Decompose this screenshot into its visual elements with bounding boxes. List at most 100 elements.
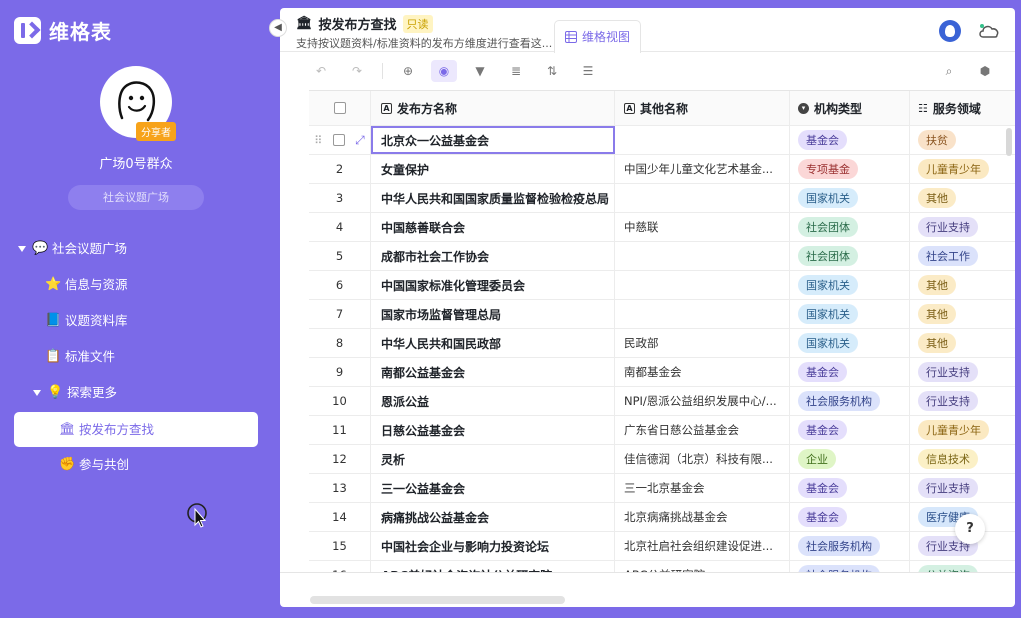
- page-description[interactable]: 支持按议题资料/标准资料的发布方维度进行查看这...: [296, 35, 552, 51]
- service-field-cell[interactable]: 儿童青少年: [910, 155, 1015, 183]
- other-name-cell[interactable]: 南都基金会: [615, 358, 790, 386]
- table-row[interactable]: ⠿ ⤢ 北京众一公益基金会 基金会 扶贫: [309, 126, 1015, 155]
- tab-grid-view[interactable]: 维格视图: [554, 20, 642, 53]
- service-field-cell[interactable]: 扶贫: [910, 126, 1015, 154]
- other-name-cell[interactable]: 佳信德润（北京）科技有限...: [615, 445, 790, 473]
- org-type-cell[interactable]: 社会服务机构: [790, 387, 910, 415]
- add-record-icon[interactable]: ⊕: [395, 60, 421, 82]
- publisher-name-cell[interactable]: ABC美好社会咨询社公益研究院: [371, 561, 615, 572]
- row-index-cell[interactable]: 16: [309, 561, 371, 572]
- nav-item-by-publisher[interactable]: 🏛 按发布方查找: [14, 412, 258, 447]
- help-button[interactable]: ?: [955, 514, 985, 544]
- publisher-name-cell[interactable]: 病痛挑战公益基金会: [371, 503, 615, 531]
- other-name-cell[interactable]: 三一北京基金会: [615, 474, 790, 502]
- org-type-cell[interactable]: 社会服务机构: [790, 532, 910, 560]
- service-field-cell[interactable]: 行业支持: [910, 358, 1015, 386]
- user-avatar[interactable]: [939, 20, 961, 42]
- nav-item-standards[interactable]: 📋 标准文件: [45, 342, 115, 372]
- table-row[interactable]: 8 中华人民共和国民政部 民政部 国家机关 其他: [309, 329, 1015, 358]
- caret-down-icon[interactable]: [18, 246, 26, 252]
- row-index-cell[interactable]: 8: [309, 329, 371, 357]
- org-type-cell[interactable]: 国家机关: [790, 184, 910, 212]
- row-checkbox[interactable]: [332, 134, 345, 146]
- service-field-cell[interactable]: 公益咨询: [910, 561, 1015, 572]
- row-index-cell[interactable]: 15: [309, 532, 371, 560]
- horizontal-scrollbar[interactable]: [310, 596, 565, 604]
- publisher-name-cell[interactable]: 成都市社会工作协会: [371, 242, 615, 270]
- other-name-cell[interactable]: 中国少年儿童文化艺术基金...: [615, 155, 790, 183]
- other-name-cell[interactable]: [615, 242, 790, 270]
- service-field-cell[interactable]: 社会工作: [910, 242, 1015, 270]
- org-type-cell[interactable]: 企业: [790, 445, 910, 473]
- service-field-cell[interactable]: 其他: [910, 329, 1015, 357]
- collapse-sidebar-button[interactable]: ◀: [269, 19, 287, 37]
- service-field-cell[interactable]: 其他: [910, 300, 1015, 328]
- cube-icon[interactable]: ⬢: [972, 60, 998, 82]
- logo[interactable]: 维格表: [14, 16, 112, 45]
- table-row[interactable]: 7 国家市场监督管理总局 国家机关 其他: [309, 300, 1015, 329]
- column-header-type[interactable]: ▾ 机构类型: [790, 91, 910, 125]
- table-row[interactable]: 9 南都公益基金会 南都基金会 基金会 行业支持: [309, 358, 1015, 387]
- undo-icon[interactable]: ↶: [308, 60, 334, 82]
- eye-icon[interactable]: ◉: [431, 60, 457, 82]
- org-type-cell[interactable]: 基金会: [790, 126, 910, 154]
- other-name-cell[interactable]: [615, 271, 790, 299]
- other-name-cell[interactable]: [615, 126, 790, 154]
- nav-item-social-square[interactable]: 💬 社会议题广场: [18, 234, 127, 264]
- group-icon[interactable]: ≣: [503, 60, 529, 82]
- row-index-cell[interactable]: 7: [309, 300, 371, 328]
- row-index-cell[interactable]: 3: [309, 184, 371, 212]
- other-name-cell[interactable]: ABC公益研究院: [615, 561, 790, 572]
- row-index-cell[interactable]: 11: [309, 416, 371, 444]
- row-index-cell[interactable]: 14: [309, 503, 371, 531]
- other-name-cell[interactable]: [615, 300, 790, 328]
- publisher-name-cell[interactable]: 中国社会企业与影响力投资论坛: [371, 532, 615, 560]
- table-row[interactable]: 11 日慈公益基金会 广东省日慈公益基金会 基金会 儿童青少年: [309, 416, 1015, 445]
- table-row[interactable]: 13 三一公益基金会 三一北京基金会 基金会 行业支持: [309, 474, 1015, 503]
- org-type-cell[interactable]: 社会服务机构: [790, 561, 910, 572]
- other-name-cell[interactable]: [615, 184, 790, 212]
- select-all-cell[interactable]: [309, 91, 371, 125]
- column-header-field[interactable]: ☷ 服务领域: [910, 91, 1015, 125]
- other-name-cell[interactable]: 北京社启社会组织建设促进...: [615, 532, 790, 560]
- vertical-scrollbar[interactable]: [1006, 128, 1012, 156]
- table-row[interactable]: 2 女童保护 中国少年儿童文化艺术基金... 专项基金 儿童青少年: [309, 155, 1015, 184]
- service-field-cell[interactable]: 行业支持: [910, 387, 1015, 415]
- row-index-cell[interactable]: 6: [309, 271, 371, 299]
- publisher-name-cell[interactable]: 女童保护: [371, 155, 615, 183]
- row-index-cell[interactable]: 4: [309, 213, 371, 241]
- table-row[interactable]: 16ABC美好社会咨询社公益研究院ABC公益研究院 社会服务机构 公益咨询: [309, 561, 1015, 572]
- nav-item-topic-library[interactable]: 📘 议题资料库: [45, 306, 128, 336]
- table-row[interactable]: 15 中国社会企业与影响力投资论坛 北京社启社会组织建设促进... 社会服务机构 行业支…: [309, 532, 1015, 561]
- nav-item-explore-more[interactable]: 💡 探索更多: [33, 378, 117, 408]
- org-type-cell[interactable]: 基金会: [790, 503, 910, 531]
- service-field-cell[interactable]: 信息技术: [910, 445, 1015, 473]
- nav-item-info-resources[interactable]: ⭐ 信息与资源: [45, 270, 128, 300]
- row-index-cell[interactable]: ⠿ ⤢: [309, 126, 371, 154]
- service-field-cell[interactable]: 其他: [910, 184, 1015, 212]
- row-index-cell[interactable]: 5: [309, 242, 371, 270]
- table-row[interactable]: 3 中华人民共和国国家质量监督检验检疫总局 国家机关 其他: [309, 184, 1015, 213]
- table-row[interactable]: 10 恩派公益 NPI/恩派公益组织发展中心/... 社会服务机构 行业支持: [309, 387, 1015, 416]
- org-type-cell[interactable]: 专项基金: [790, 155, 910, 183]
- square-pill[interactable]: 社会议题广场: [68, 185, 204, 210]
- column-header-other[interactable]: A 其他名称: [615, 91, 790, 125]
- table-row[interactable]: 12 灵析 佳信德润（北京）科技有限... 企业 信息技术: [309, 445, 1015, 474]
- publisher-name-cell[interactable]: 中华人民共和国国家质量监督检验检疫总局: [371, 184, 615, 212]
- avatar[interactable]: 分享者: [100, 66, 176, 141]
- other-name-cell[interactable]: 民政部: [615, 329, 790, 357]
- org-type-cell[interactable]: 国家机关: [790, 300, 910, 328]
- redo-icon[interactable]: ↷: [344, 60, 370, 82]
- org-type-cell[interactable]: 基金会: [790, 474, 910, 502]
- service-field-cell[interactable]: 儿童青少年: [910, 416, 1015, 444]
- service-field-cell[interactable]: 其他: [910, 271, 1015, 299]
- publisher-name-cell[interactable]: 灵析: [371, 445, 615, 473]
- other-name-cell[interactable]: 中慈联: [615, 213, 790, 241]
- service-field-cell[interactable]: 行业支持: [910, 474, 1015, 502]
- row-height-icon[interactable]: ☰: [575, 60, 601, 82]
- other-name-cell[interactable]: NPI/恩派公益组织发展中心/...: [615, 387, 790, 415]
- cloud-icon[interactable]: [977, 22, 1001, 40]
- service-field-cell[interactable]: 行业支持: [910, 213, 1015, 241]
- publisher-name-cell[interactable]: 三一公益基金会: [371, 474, 615, 502]
- other-name-cell[interactable]: 广东省日慈公益基金会: [615, 416, 790, 444]
